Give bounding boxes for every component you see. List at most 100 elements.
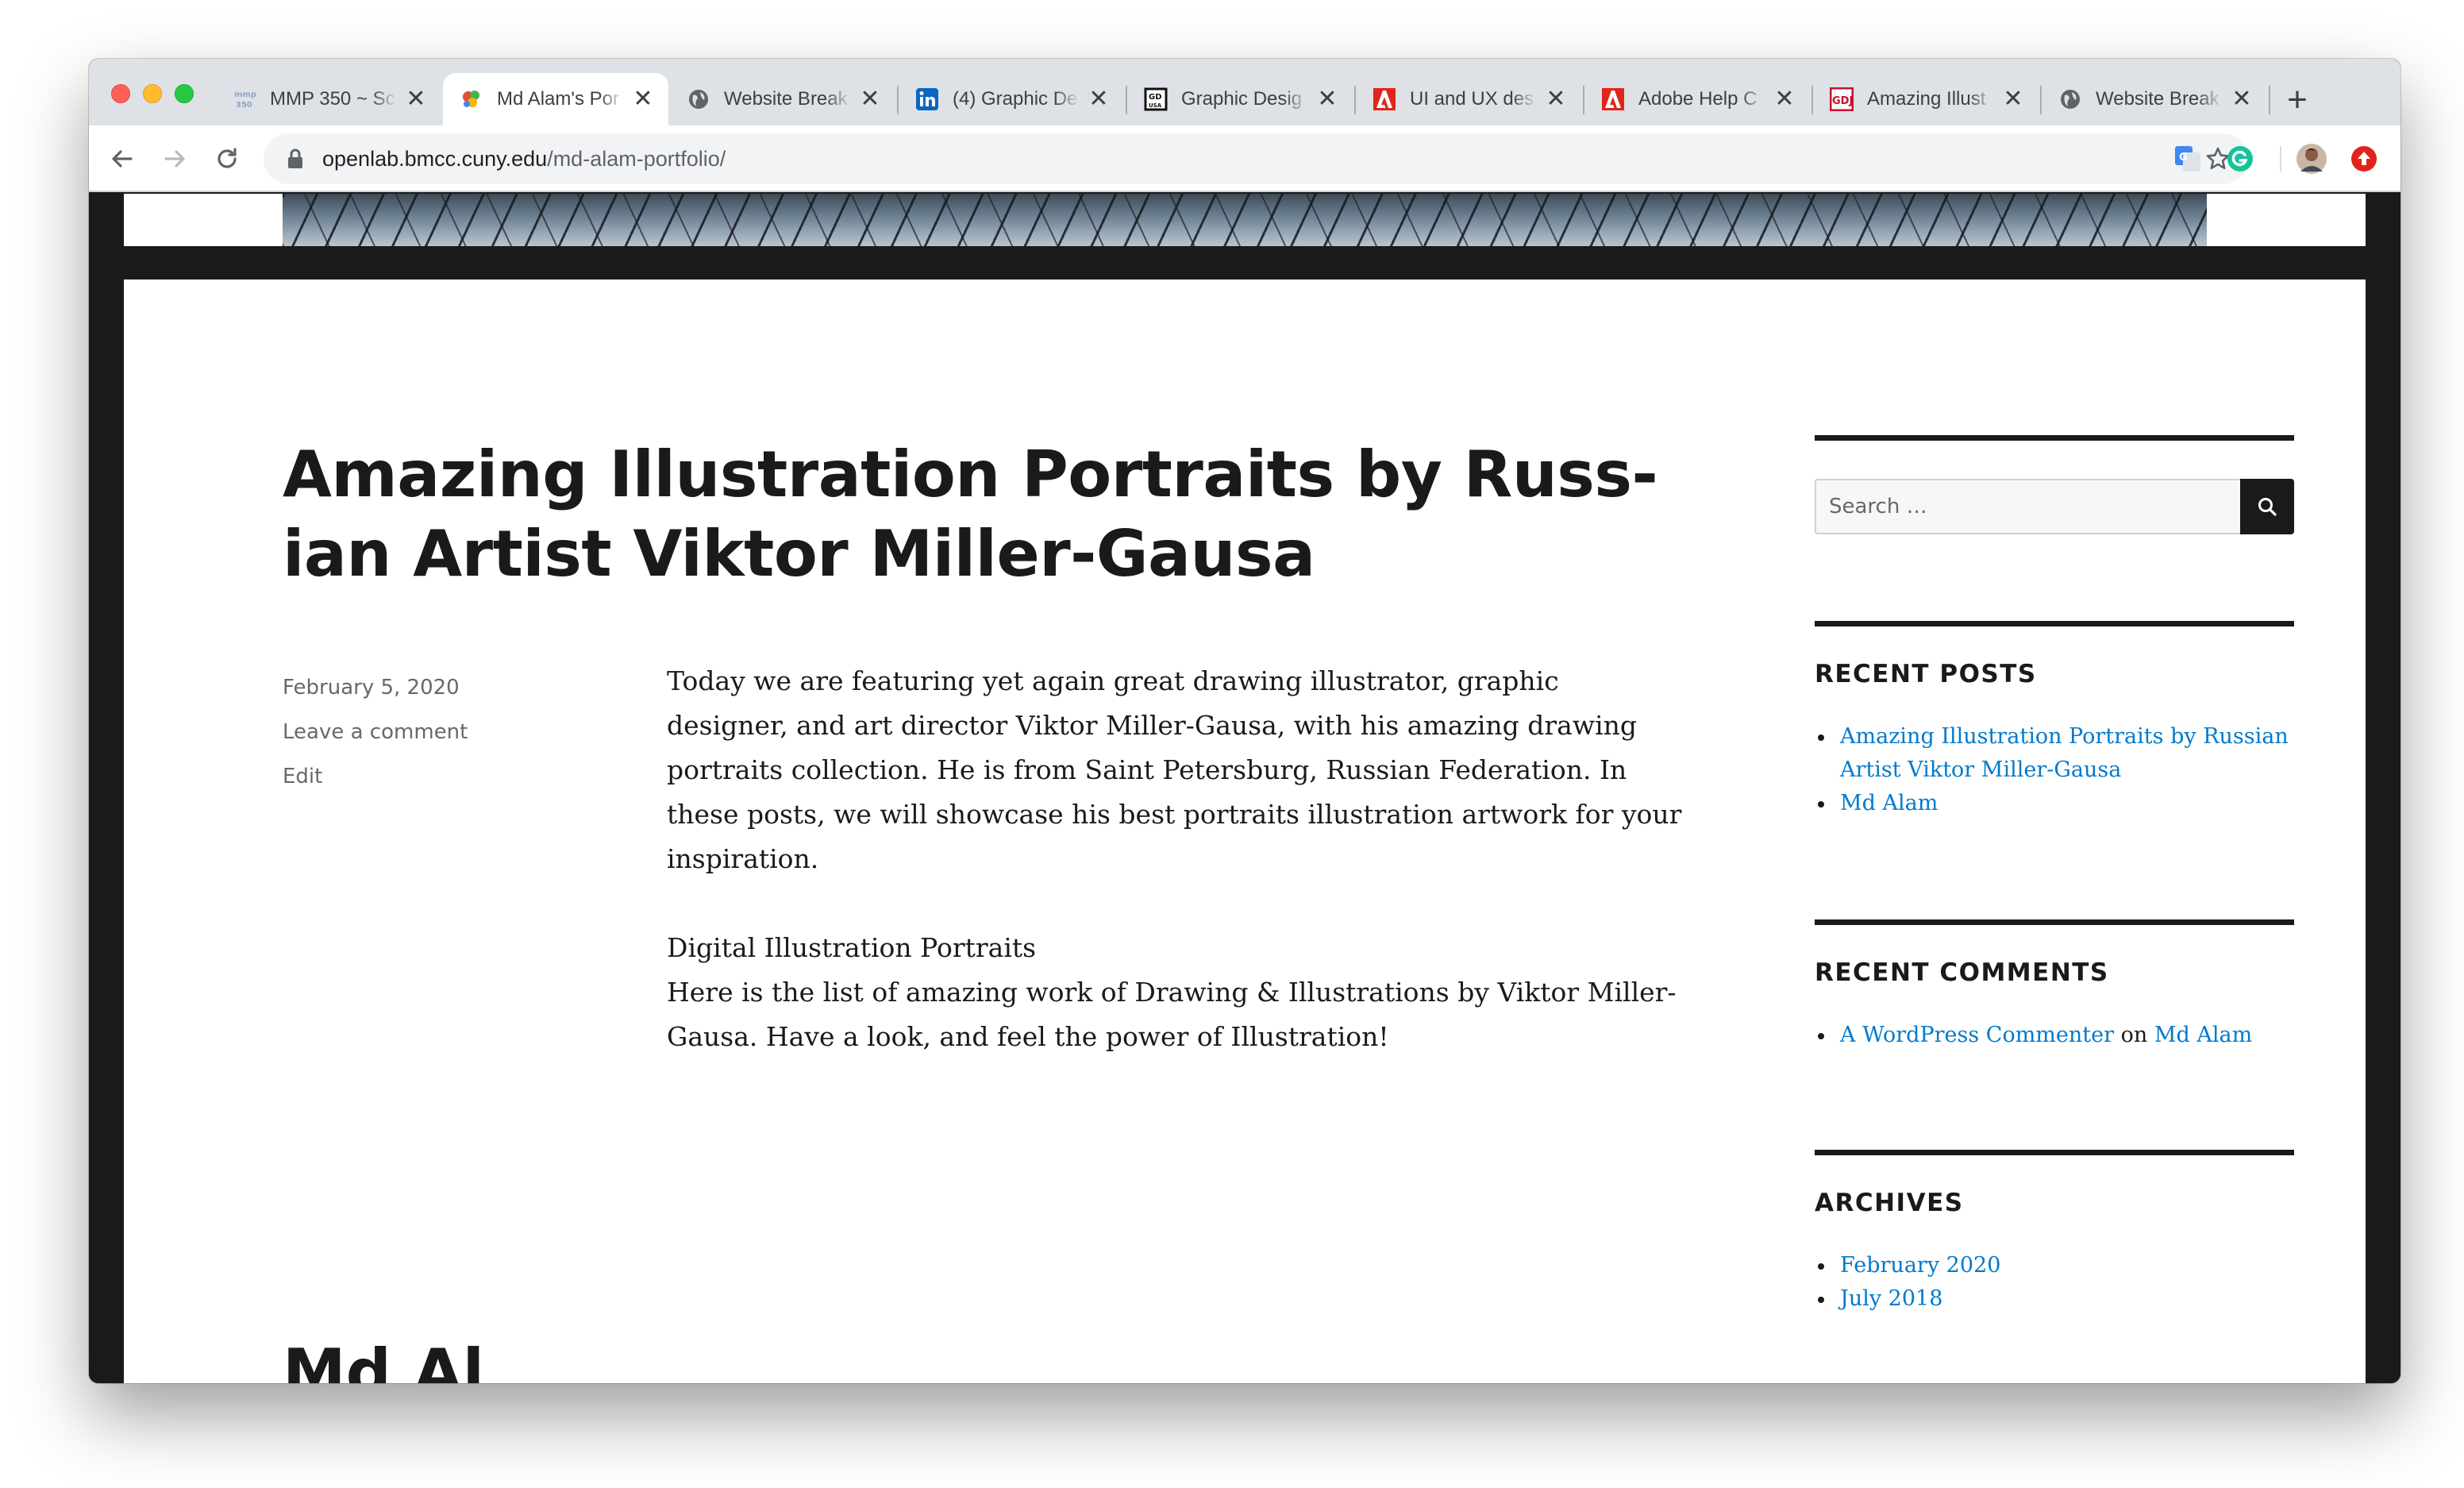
forward-arrow-icon bbox=[164, 150, 185, 168]
toolbar-divider bbox=[2280, 146, 2281, 172]
tab-close-icon[interactable]: ✕ bbox=[1088, 87, 1110, 111]
recent-posts-widget: RECENT POSTS Amazing Illustration Portra… bbox=[1815, 621, 2294, 820]
archives-widget: ARCHIVES February 2020 July 2018 bbox=[1815, 1150, 2294, 1316]
post-date[interactable]: February 5, 2020 bbox=[283, 665, 468, 710]
recent-post-link[interactable]: Md Alam bbox=[1840, 787, 2294, 820]
mmp-favicon-icon: mmp 350 bbox=[232, 87, 257, 112]
browser-tab-active[interactable]: Md Alam's Por ✕ bbox=[443, 73, 668, 125]
paragraph-line: Today we are featuring yet again great d… bbox=[667, 665, 1559, 696]
browser-tab[interactable]: UI and UX des ✕ bbox=[1356, 73, 1581, 125]
page-viewport: Amazing Illustration Portraits by Russ- … bbox=[89, 194, 2400, 1383]
paragraph-line: portraits collection. He is from Saint P… bbox=[667, 754, 1627, 785]
address-bar[interactable]: openlab.bmcc.cuny.edu/md-alam-portfolio/ bbox=[264, 133, 2248, 184]
maximize-window-button[interactable] bbox=[175, 84, 194, 103]
edit-link[interactable]: Edit bbox=[283, 754, 468, 799]
list-item: Amazing Illustration Portraits by Russia… bbox=[1815, 720, 2294, 787]
next-post-title[interactable]: Md Al bbox=[283, 1336, 484, 1383]
linkedin-icon bbox=[914, 87, 940, 112]
recent-comments-widget: RECENT COMMENTS A WordPress Commenter on… bbox=[1815, 919, 2294, 1052]
tab-close-icon[interactable]: ✕ bbox=[1773, 87, 1796, 111]
reload-button[interactable] bbox=[205, 137, 249, 181]
post-meta: February 5, 2020 Leave a comment Edit bbox=[283, 665, 468, 799]
browser-window: mmp 350 MMP 350 ~ Sc ✕ Md Alam's Por ✕ W… bbox=[89, 59, 2400, 1383]
tab-close-icon[interactable]: ✕ bbox=[1545, 87, 1567, 111]
google-translate-icon[interactable]: G bbox=[2170, 141, 2205, 176]
browser-tab[interactable]: Website Break ✕ bbox=[670, 73, 895, 125]
svg-text:GDJ: GDJ bbox=[1832, 95, 1853, 107]
archive-link[interactable]: February 2020 bbox=[1840, 1253, 2000, 1278]
header-band bbox=[124, 194, 2366, 246]
paragraph-line: Digital Illustration Portraits bbox=[667, 932, 1037, 963]
forward-button[interactable] bbox=[152, 137, 197, 181]
widget-title: RECENT POSTS bbox=[1815, 660, 2037, 688]
paragraph-line: Gausa. Have a look, and feel the power o… bbox=[667, 1021, 1389, 1052]
svg-text:mmp: mmp bbox=[234, 91, 256, 99]
browser-tab[interactable]: Website Break ✕ bbox=[2042, 73, 2267, 125]
grammarly-icon[interactable] bbox=[2223, 141, 2258, 176]
post-title[interactable]: Amazing Illustration Portraits by Russ- … bbox=[283, 435, 1658, 594]
link-line: Artist Viktor Miller-Gausa bbox=[1840, 757, 2122, 782]
recent-post-link[interactable]: Amazing Illustration Portraits by Russia… bbox=[1840, 720, 2294, 787]
url-text: openlab.bmcc.cuny.edu/md-alam-portfolio/ bbox=[322, 147, 726, 172]
link-line: Md Alam bbox=[1840, 791, 1938, 815]
tab-close-icon[interactable]: ✕ bbox=[2231, 87, 2253, 111]
comment-author-link[interactable]: A WordPress Commenter bbox=[1840, 1023, 2114, 1047]
paragraph-line: inspiration. bbox=[667, 843, 819, 874]
update-icon[interactable] bbox=[2347, 141, 2381, 176]
list-item: Md Alam bbox=[1815, 787, 2294, 820]
paragraph-line: designer, and art director Viktor Miller… bbox=[667, 710, 1637, 741]
comment-post-link[interactable]: Md Alam bbox=[2154, 1023, 2252, 1047]
leave-comment-link[interactable]: Leave a comment bbox=[283, 710, 468, 754]
globe-icon bbox=[686, 87, 711, 112]
widget-title: ARCHIVES bbox=[1815, 1189, 1964, 1217]
search-input[interactable] bbox=[1815, 479, 2240, 534]
post-title-line: ian Artist Viktor Miller-Gausa bbox=[283, 517, 1315, 591]
browser-tab[interactable]: mmp 350 MMP 350 ~ Sc ✕ bbox=[216, 73, 441, 125]
archive-link[interactable]: July 2018 bbox=[1840, 1286, 1942, 1311]
tab-title: (4) Graphic De bbox=[953, 88, 1078, 110]
close-window-button[interactable] bbox=[111, 84, 130, 103]
list-item: February 2020 bbox=[1815, 1249, 2294, 1282]
recent-posts-list: Amazing Illustration Portraits by Russia… bbox=[1815, 720, 2294, 820]
browser-toolbar: openlab.bmcc.cuny.edu/md-alam-portfolio/… bbox=[89, 125, 2400, 192]
lock-icon bbox=[279, 143, 311, 175]
tab-close-icon[interactable]: ✕ bbox=[405, 87, 427, 111]
paragraph-line: these posts, we will showcase his best p… bbox=[667, 799, 1682, 830]
back-arrow-icon bbox=[112, 150, 133, 168]
list-item: A WordPress Commenter on Md Alam bbox=[1815, 1019, 2294, 1052]
avatar[interactable] bbox=[2294, 141, 2329, 176]
minimize-window-button[interactable] bbox=[143, 84, 162, 103]
archives-list: February 2020 July 2018 bbox=[1815, 1249, 2294, 1316]
browser-tab[interactable]: GD USA Graphic Desig ✕ bbox=[1127, 73, 1353, 125]
tab-title: UI and UX des bbox=[1410, 88, 1534, 110]
tab-title: MMP 350 ~ Sc bbox=[270, 88, 395, 110]
browser-tab[interactable]: (4) Graphic De ✕ bbox=[899, 73, 1124, 125]
url-path: /md-alam-portfolio/ bbox=[547, 146, 726, 171]
tab-close-icon[interactable]: ✕ bbox=[859, 87, 881, 111]
back-button[interactable] bbox=[100, 137, 144, 181]
tab-title: Graphic Desig bbox=[1181, 88, 1303, 110]
paragraph-line: Here is the list of amazing work of Draw… bbox=[667, 977, 1677, 1008]
tab-title: Adobe Help C bbox=[1638, 88, 1758, 110]
gd-usa-icon: GD USA bbox=[1143, 87, 1168, 112]
globe-icon bbox=[2058, 87, 2083, 112]
post-content: Today we are featuring yet again great d… bbox=[667, 659, 1682, 1104]
tab-title: Website Break bbox=[2096, 88, 2220, 110]
tab-strip: mmp 350 MMP 350 ~ Sc ✕ Md Alam's Por ✕ W… bbox=[89, 59, 2400, 125]
url-domain: openlab.bmcc.cuny.edu bbox=[322, 146, 548, 171]
browser-tab[interactable]: Adobe Help C ✕ bbox=[1584, 73, 1810, 125]
tab-close-icon[interactable]: ✕ bbox=[1316, 87, 1338, 111]
browser-tab[interactable]: GDJ Amazing Illust ✕ bbox=[1813, 73, 2039, 125]
svg-text:USA: USA bbox=[1149, 102, 1162, 109]
post-title-line: Amazing Illustration Portraits by Russ- bbox=[283, 438, 1658, 511]
site-content: Amazing Illustration Portraits by Russ- … bbox=[124, 279, 2366, 1383]
search-button[interactable] bbox=[2240, 479, 2294, 534]
tab-close-icon[interactable]: ✕ bbox=[632, 87, 654, 111]
new-tab-button[interactable]: + bbox=[2277, 79, 2318, 121]
search-widget bbox=[1815, 435, 2294, 534]
adobe-icon bbox=[1600, 87, 1626, 112]
tab-title: Md Alam's Por bbox=[497, 88, 619, 110]
tab-separator bbox=[2269, 86, 2270, 114]
tab-close-icon[interactable]: ✕ bbox=[2002, 87, 2024, 111]
post-paragraph: Today we are featuring yet again great d… bbox=[667, 659, 1682, 881]
